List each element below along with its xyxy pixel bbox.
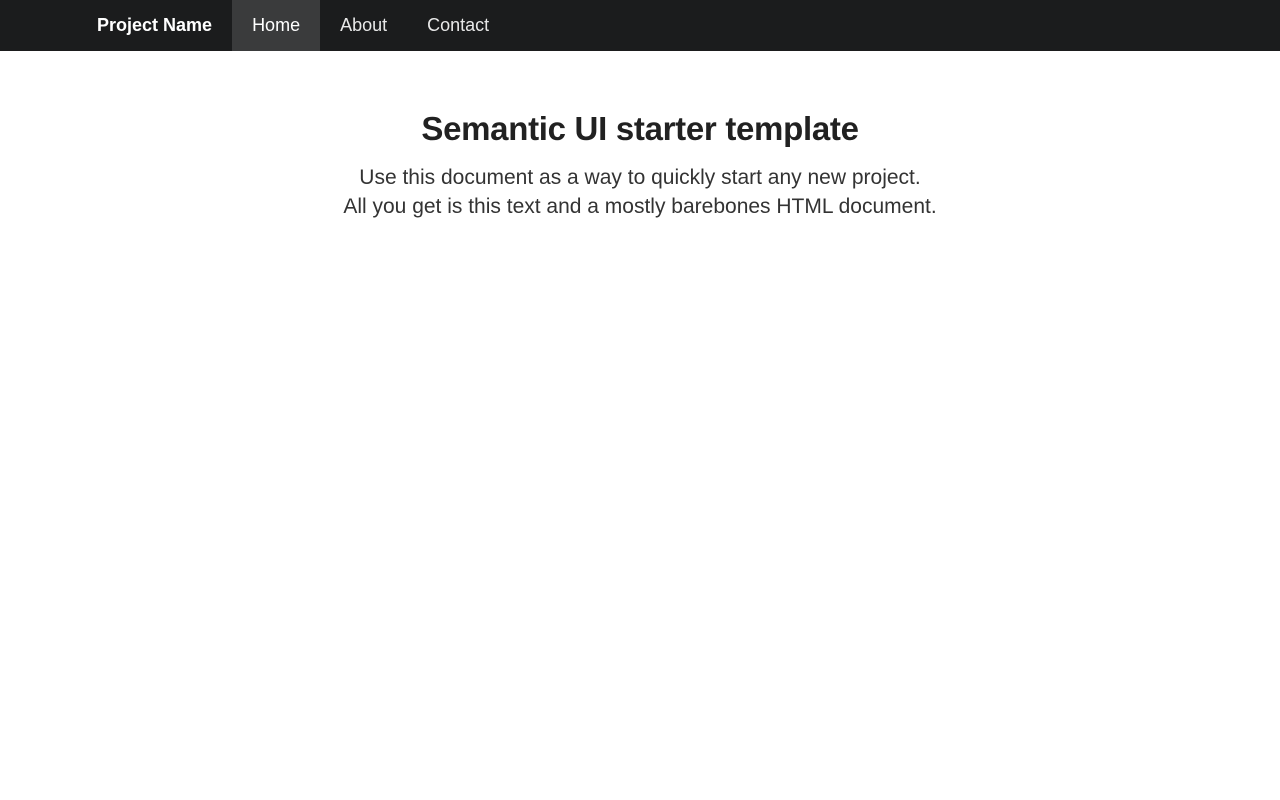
top-navbar: Project Name Home About Contact [0,0,1280,51]
intro-line-2: All you get is this text and a mostly ba… [343,195,937,218]
page-title: Semantic UI starter template [421,110,859,147]
nav-item-contact[interactable]: Contact [407,0,509,51]
navbar-menu: Project Name Home About Contact [77,0,509,51]
nav-item-about[interactable]: About [320,0,407,51]
main-container: Semantic UI starter template Use this do… [0,51,1280,221]
intro-text: Use this document as a way to quickly st… [0,163,1280,221]
nav-item-home[interactable]: Home [232,0,321,51]
intro-line-1: Use this document as a way to quickly st… [359,166,921,189]
brand-link[interactable]: Project Name [77,0,232,51]
